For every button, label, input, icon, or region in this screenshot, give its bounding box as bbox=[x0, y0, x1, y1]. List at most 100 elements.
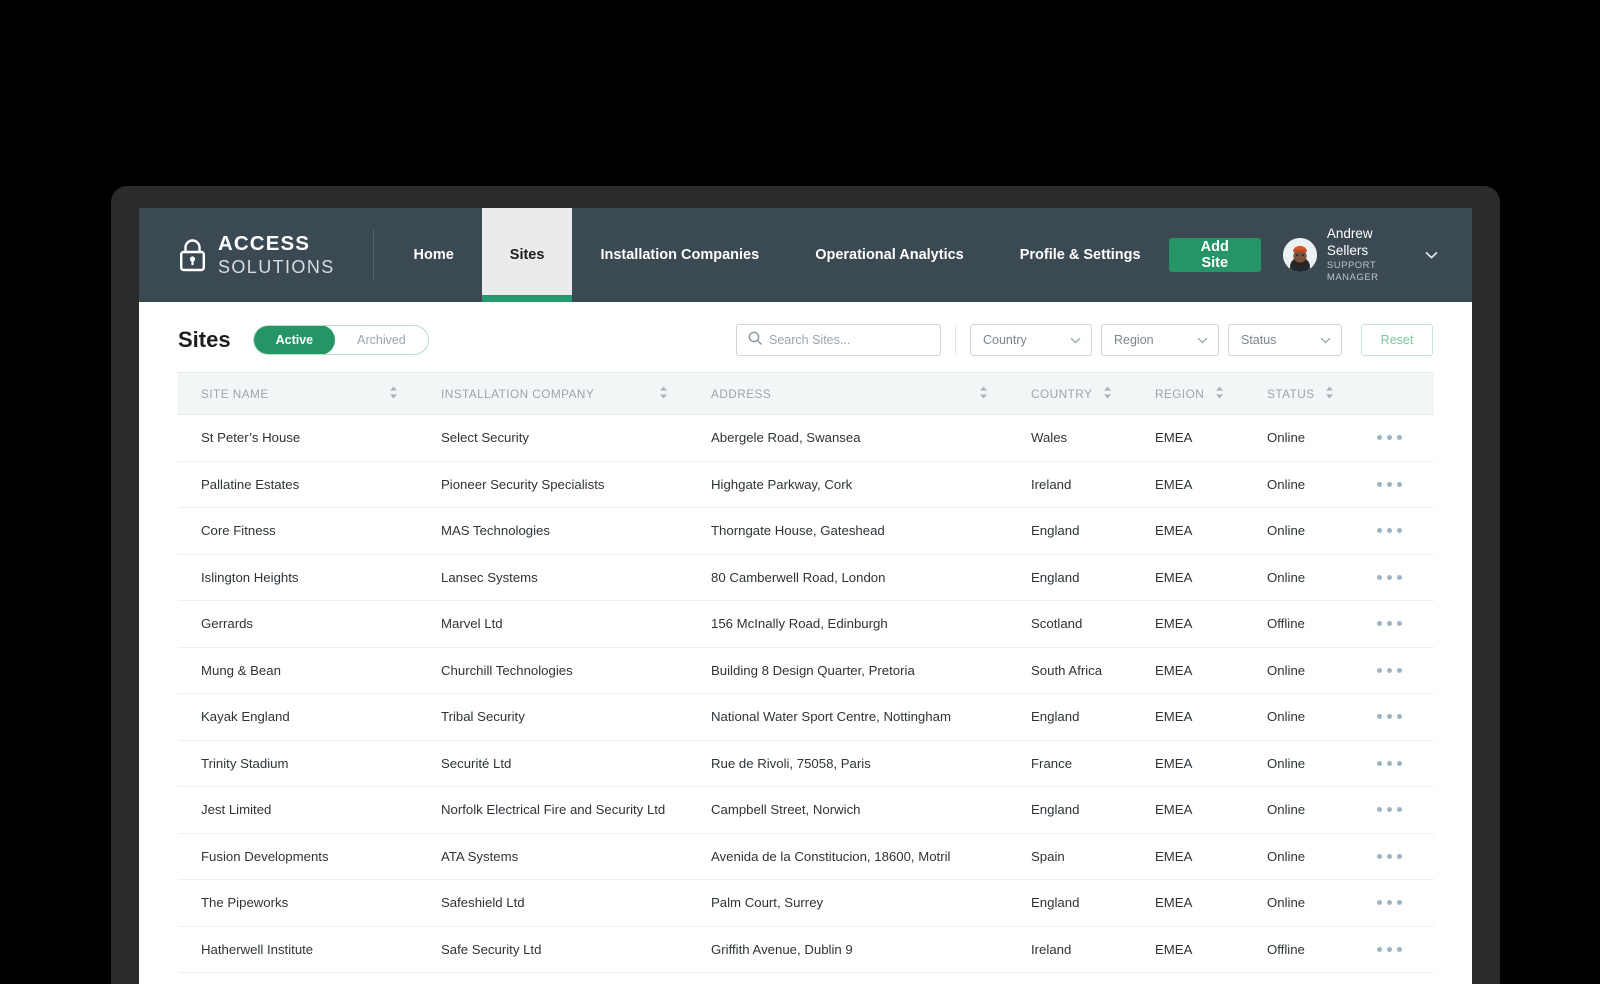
column-header-actions bbox=[1354, 372, 1434, 415]
column-header-status[interactable]: STATUS bbox=[1244, 372, 1354, 415]
cell-status: Online bbox=[1244, 461, 1354, 508]
column-header-region[interactable]: REGION bbox=[1132, 372, 1244, 415]
table-header-row: SITE NAME INSTALLATION COMPANY ADDRESS C… bbox=[178, 372, 1434, 415]
cell-company: Securité Ltd bbox=[418, 740, 688, 787]
row-actions-cell bbox=[1354, 507, 1434, 555]
cell-country: South Africa bbox=[1008, 647, 1132, 694]
cell-status: Online bbox=[1244, 879, 1354, 927]
add-site-button[interactable]: Add Site bbox=[1168, 238, 1261, 272]
brand-logo[interactable]: ACCESS SOLUTIONS bbox=[139, 208, 335, 302]
column-label: ADDRESS bbox=[711, 386, 772, 401]
nav-items: Home Sites Installation Companies Operat… bbox=[373, 208, 1168, 302]
cell-status: Online bbox=[1244, 693, 1354, 741]
table-row[interactable]: Pallatine Estates Pioneer Security Specia… bbox=[178, 461, 1434, 508]
cell-site: Trinity Stadium bbox=[178, 740, 418, 787]
cell-status: Online bbox=[1244, 833, 1354, 880]
nav-item-sites[interactable]: Sites bbox=[481, 208, 573, 302]
cell-company: Safeshield Ltd bbox=[418, 879, 688, 927]
row-actions-cell bbox=[1354, 740, 1434, 787]
ellipsis-icon[interactable] bbox=[1377, 714, 1434, 720]
table-row[interactable]: Trinity Stadium Securité Ltd Rue de Rivoli… bbox=[178, 740, 1434, 787]
cell-address: Abergele Road, Swansea bbox=[688, 414, 1008, 462]
column-header-installation-company[interactable]: INSTALLATION COMPANY bbox=[418, 372, 688, 415]
segment-archived[interactable]: Archived bbox=[335, 326, 428, 354]
chevron-down-icon[interactable] bbox=[1425, 246, 1438, 264]
table-row[interactable]: St Peter’s House Select Security Abergele … bbox=[178, 414, 1434, 462]
row-actions-cell bbox=[1354, 600, 1434, 648]
nav-item-installation-companies[interactable]: Installation Companies bbox=[572, 208, 787, 302]
cell-status: Online bbox=[1244, 414, 1354, 462]
table-row[interactable]: Fusion Developments ATA Systems Avenida de… bbox=[178, 833, 1434, 880]
cell-address: National Water Sport Centre, Nottingham bbox=[688, 693, 1008, 741]
sites-table: SITE NAME INSTALLATION COMPANY ADDRESS C… bbox=[178, 372, 1434, 973]
column-label: INSTALLATION COMPANY bbox=[441, 386, 595, 401]
ellipsis-icon[interactable] bbox=[1377, 481, 1434, 487]
cell-status: Online bbox=[1244, 740, 1354, 787]
cell-country: England bbox=[1008, 879, 1132, 927]
cell-address: Highgate Parkway, Cork bbox=[688, 461, 1008, 508]
search-input[interactable] bbox=[769, 333, 919, 347]
cell-region: EMEA bbox=[1132, 414, 1244, 462]
sort-icon bbox=[979, 386, 988, 402]
column-header-country[interactable]: COUNTRY bbox=[1008, 372, 1132, 415]
user-menu[interactable]: Andrew Sellers SUPPORT MANAGER bbox=[1282, 226, 1438, 284]
row-actions-cell bbox=[1354, 414, 1434, 462]
cell-status: Online bbox=[1244, 507, 1354, 555]
cell-address: Rue de Rivoli, 75058, Paris bbox=[688, 740, 1008, 787]
sites-toolbar: Sites Active Archived Co bbox=[139, 302, 1472, 372]
top-navigation-bar: ACCESS SOLUTIONS Home Sites Installation… bbox=[139, 208, 1472, 302]
ellipsis-icon[interactable] bbox=[1377, 807, 1434, 813]
table-row[interactable]: Islington Heights Lansec Systems 80 Camber… bbox=[178, 554, 1434, 601]
table-row[interactable]: Mung & Bean Churchill Technologies Buildin… bbox=[178, 647, 1434, 694]
lock-icon bbox=[178, 238, 207, 272]
toolbar-filters: Country Region Status bbox=[736, 324, 1433, 356]
ellipsis-icon[interactable] bbox=[1377, 621, 1434, 627]
cell-site: Hatherwell Institute bbox=[178, 926, 418, 973]
row-actions-cell bbox=[1354, 786, 1434, 834]
active-archived-toggle[interactable]: Active Archived bbox=[252, 325, 429, 355]
region-filter-select[interactable]: Region bbox=[1101, 324, 1219, 356]
ellipsis-icon[interactable] bbox=[1377, 900, 1434, 906]
table-row[interactable]: Hatherwell Institute Safe Security Ltd Gri… bbox=[178, 926, 1434, 973]
ellipsis-icon[interactable] bbox=[1377, 853, 1434, 859]
nav-item-operational-analytics[interactable]: Operational Analytics bbox=[787, 208, 992, 302]
cell-company: Select Security bbox=[418, 414, 688, 462]
status-filter-label: Status bbox=[1241, 333, 1277, 347]
ellipsis-icon[interactable] bbox=[1377, 760, 1434, 766]
nav-item-profile-settings[interactable]: Profile & Settings bbox=[992, 208, 1169, 302]
cell-status: Online bbox=[1244, 554, 1354, 601]
cell-address: Palm Court, Surrey bbox=[688, 879, 1008, 927]
page-content: Sites Active Archived Co bbox=[139, 302, 1472, 984]
table-row[interactable]: Jest Limited Norfolk Electrical Fire and … bbox=[178, 786, 1434, 834]
search-box[interactable] bbox=[736, 324, 941, 356]
nav-item-home[interactable]: Home bbox=[385, 208, 481, 302]
brand-line-1: ACCESS bbox=[218, 232, 311, 256]
ellipsis-icon[interactable] bbox=[1377, 946, 1434, 952]
table-row[interactable]: Kayak England Tribal Security National Wat… bbox=[178, 693, 1434, 741]
ellipsis-icon[interactable] bbox=[1377, 667, 1434, 673]
status-filter-select[interactable]: Status bbox=[1228, 324, 1342, 356]
cell-region: EMEA bbox=[1132, 554, 1244, 601]
table-row[interactable]: The Pipeworks Safeshield Ltd Palm Court, S… bbox=[178, 879, 1434, 927]
segment-active[interactable]: Active bbox=[253, 326, 336, 354]
column-header-address[interactable]: ADDRESS bbox=[688, 372, 1008, 415]
cell-region: EMEA bbox=[1132, 461, 1244, 508]
table-row[interactable]: Gerrards Marvel Ltd 156 McInally Road, Edi… bbox=[178, 600, 1434, 648]
table-row[interactable]: Core Fitness MAS Technologies Thorngate Ho… bbox=[178, 507, 1434, 555]
country-filter-select[interactable]: Country bbox=[970, 324, 1092, 356]
cell-company: MAS Technologies bbox=[418, 507, 688, 555]
ellipsis-icon[interactable] bbox=[1377, 574, 1434, 580]
user-role: SUPPORT MANAGER bbox=[1326, 260, 1379, 283]
cell-company: Pioneer Security Specialists bbox=[418, 461, 688, 508]
cell-country: Ireland bbox=[1008, 926, 1132, 973]
cell-country: England bbox=[1008, 554, 1132, 601]
cell-status: Offline bbox=[1244, 600, 1354, 648]
ellipsis-icon[interactable] bbox=[1377, 528, 1434, 534]
cell-country: Wales bbox=[1008, 414, 1132, 462]
column-header-site-name[interactable]: SITE NAME bbox=[178, 372, 418, 415]
chevron-down-icon bbox=[1320, 333, 1331, 347]
reset-filters-button[interactable]: Reset bbox=[1361, 324, 1433, 356]
ellipsis-icon[interactable] bbox=[1377, 435, 1434, 441]
row-actions-cell bbox=[1354, 833, 1434, 880]
cell-company: Churchill Technologies bbox=[418, 647, 688, 694]
